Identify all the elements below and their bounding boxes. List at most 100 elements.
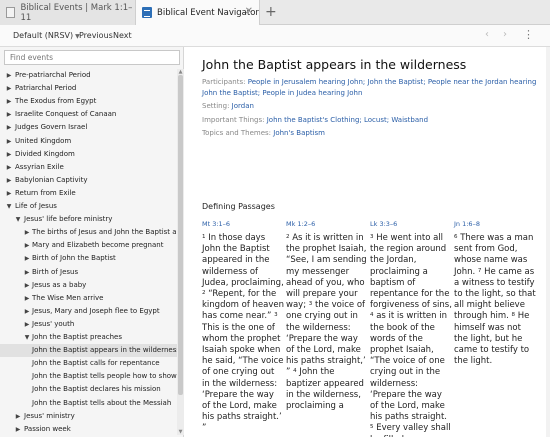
passage-column: Mt 3:1–6 1 In those days John the Baptis… [202, 220, 284, 435]
tree-item[interactable]: ▶ The Wise Men arrive [0, 292, 177, 305]
tree-item-label: The Wise Men arrive [32, 293, 104, 302]
triangle-right-icon[interactable]: ▶ [5, 108, 13, 121]
next-button[interactable]: Next [113, 31, 132, 40]
tree-item-label: Birth of John the Baptist [32, 254, 116, 263]
triangle-right-icon[interactable]: ▶ [23, 239, 31, 252]
participants-row: Participants: People in Jerusalem hearin… [202, 77, 540, 99]
tree-item[interactable]: ▶ Jesus' youth [0, 318, 177, 331]
setting-link[interactable]: Jordan [232, 102, 254, 110]
tree-item[interactable]: ▶ The births of Jesus and John the Baptis… [0, 226, 177, 239]
passage-ref-link[interactable]: Mk 1:2–6 [286, 220, 368, 233]
kebab-menu-icon[interactable]: ⋮ [523, 28, 534, 41]
tree-leaf-item[interactable]: John the Baptist calls for repentance [0, 357, 177, 370]
tree-item-label: John the Baptist calls for repentance [32, 359, 160, 368]
tree-item-label: Jesus' life before ministry [24, 215, 113, 224]
tree-item-label: Pre-patriarchal Period [15, 71, 91, 79]
tree-item-label: Mary and Elizabeth become pregnant [32, 241, 164, 250]
tree-item[interactable]: ▼ Jesus' life before ministry [0, 213, 177, 226]
close-icon[interactable]: ✕ [245, 6, 253, 18]
tree-item-label: Return from Exile [15, 188, 76, 197]
triangle-down-icon[interactable]: ▼ [14, 213, 22, 226]
tree-item[interactable]: ▶ Jesus' ministry [0, 410, 177, 423]
triangle-right-icon[interactable]: ▶ [5, 95, 13, 108]
passage-ref-link[interactable]: Mt 3:1–6 [202, 220, 284, 233]
triangle-right-icon[interactable]: ▶ [5, 121, 13, 134]
navigator-icon [142, 7, 152, 18]
tree-item-label: John the Baptist declares his mission [32, 385, 161, 394]
triangle-right-icon[interactable]: ▶ [5, 187, 13, 200]
version-dropdown[interactable]: Default (NRSV) ▼ [13, 31, 80, 40]
tree-item[interactable]: ▶ Pre-patriarchal Period [0, 69, 177, 82]
scroll-down-icon[interactable]: ▼ [177, 429, 184, 435]
tree-item[interactable]: ▶ Assyrian Exile [0, 161, 177, 174]
triangle-right-icon[interactable]: ▶ [23, 318, 31, 331]
sidebar-scrollbar[interactable]: ▲ ▼ [177, 69, 184, 435]
tree-item[interactable]: ▶ Judges Govern Israel [0, 121, 177, 134]
previous-button[interactable]: Previous [79, 31, 113, 40]
tree-item-label: Assyrian Exile [15, 162, 64, 171]
triangle-right-icon[interactable]: ▶ [23, 252, 31, 265]
tree-item[interactable]: ▶ Babylonian Captivity [0, 174, 177, 187]
tree-item-label: Jesus' ministry [24, 411, 75, 420]
tree-item[interactable]: ▼ John the Baptist preaches [0, 331, 177, 344]
triangle-right-icon[interactable]: ▶ [5, 82, 13, 95]
tree-item-label: Israelite Conquest of Canaan [15, 110, 117, 119]
tree-item-label: Jesus, Mary and Joseph flee to Egypt [32, 306, 160, 315]
tree-item[interactable]: ▶ Return from Exile [0, 187, 177, 200]
setting-label: Setting: [202, 102, 230, 110]
topics-link[interactable]: John's Baptism [273, 129, 325, 137]
tab-event-navigator[interactable]: Biblical Event Navigator ✕ [136, 0, 260, 25]
tree-item[interactable]: ▶ Birth of John the Baptist [0, 252, 177, 265]
event-detail-panel: John the Baptist appears in the wilderne… [185, 47, 550, 437]
triangle-right-icon[interactable]: ▶ [5, 69, 13, 82]
tree-item[interactable]: ▶ Mary and Elizabeth become pregnant [0, 239, 177, 252]
plus-icon[interactable]: + [265, 4, 277, 20]
tree-item-label: Passion week [24, 424, 71, 433]
tree-item[interactable]: ▶ The Exodus from Egypt [0, 95, 177, 108]
triangle-right-icon[interactable]: ▶ [5, 135, 13, 148]
tree-item[interactable]: ▶ Divided Kingdom [0, 148, 177, 161]
chevron-right-icon[interactable]: › [503, 29, 507, 40]
topics-label: Topics and Themes: [202, 129, 272, 137]
tree-item-label: The births of Jesus and John the Baptist… [32, 228, 177, 237]
triangle-right-icon[interactable]: ▶ [14, 423, 22, 435]
triangle-right-icon[interactable]: ▶ [23, 226, 31, 239]
triangle-right-icon[interactable]: ▶ [23, 266, 31, 279]
tree-leaf-item[interactable]: John the Baptist declares his mission [0, 383, 177, 396]
tab-biblical-events[interactable]: Biblical Events | Mark 1:1–11 [0, 0, 136, 25]
tree-item[interactable]: ▶ Birth of Jesus [0, 266, 177, 279]
main-scrollbar[interactable] [546, 47, 550, 437]
participants-links[interactable]: People in Jerusalem hearing John; John t… [202, 78, 536, 97]
important-things-row: Important Things: John the Baptist's Clo… [202, 115, 540, 126]
chevron-left-icon[interactable]: ‹ [485, 29, 489, 40]
passage-text: 2 As it is written in the prophet Isaiah… [286, 233, 367, 412]
triangle-right-icon[interactable]: ▶ [14, 410, 22, 423]
document-icon [6, 7, 16, 18]
triangle-down-icon[interactable]: ▼ [23, 331, 31, 344]
passage-ref-link[interactable]: Jn 1:6–8 [454, 220, 536, 233]
tree-leaf-item[interactable]: John the Baptist appears in the wilderne… [0, 344, 177, 358]
tree-leaf-item[interactable]: John the Baptist tells people how to sho… [0, 370, 177, 383]
tab-label: Biblical Event Navigator [157, 7, 259, 18]
search-input[interactable] [4, 50, 180, 65]
tree-item[interactable]: ▼ Life of Jesus [0, 200, 177, 213]
tree-item[interactable]: ▶ Passion week [0, 423, 177, 435]
triangle-down-icon[interactable]: ▼ [5, 200, 13, 213]
passage-ref-link[interactable]: Lk 3:3–6 [370, 220, 452, 233]
tree-item[interactable]: ▶ Jesus, Mary and Joseph flee to Egypt [0, 305, 177, 318]
triangle-right-icon[interactable]: ▶ [23, 292, 31, 305]
triangle-right-icon[interactable]: ▶ [5, 161, 13, 174]
passage-column: Mk 1:2–6 2 As it is written in the proph… [286, 220, 368, 412]
triangle-right-icon[interactable]: ▶ [23, 279, 31, 292]
triangle-right-icon[interactable]: ▶ [5, 174, 13, 187]
tree-item[interactable]: ▶ Jesus as a baby [0, 279, 177, 292]
triangle-right-icon[interactable]: ▶ [5, 148, 13, 161]
tree-leaf-item[interactable]: John the Baptist tells about the Messiah [0, 397, 177, 410]
tree-item[interactable]: ▶ Patriarchal Period [0, 82, 177, 95]
tree-item[interactable]: ▶ United Kingdom [0, 135, 177, 148]
triangle-right-icon[interactable]: ▶ [23, 305, 31, 318]
important-things-links[interactable]: John the Baptist's Clothing; Locust; Wai… [267, 116, 428, 124]
tree-item[interactable]: ▶ Israelite Conquest of Canaan [0, 108, 177, 121]
scrollbar-thumb[interactable] [178, 75, 183, 395]
tree-item-label: Judges Govern Israel [15, 123, 88, 132]
